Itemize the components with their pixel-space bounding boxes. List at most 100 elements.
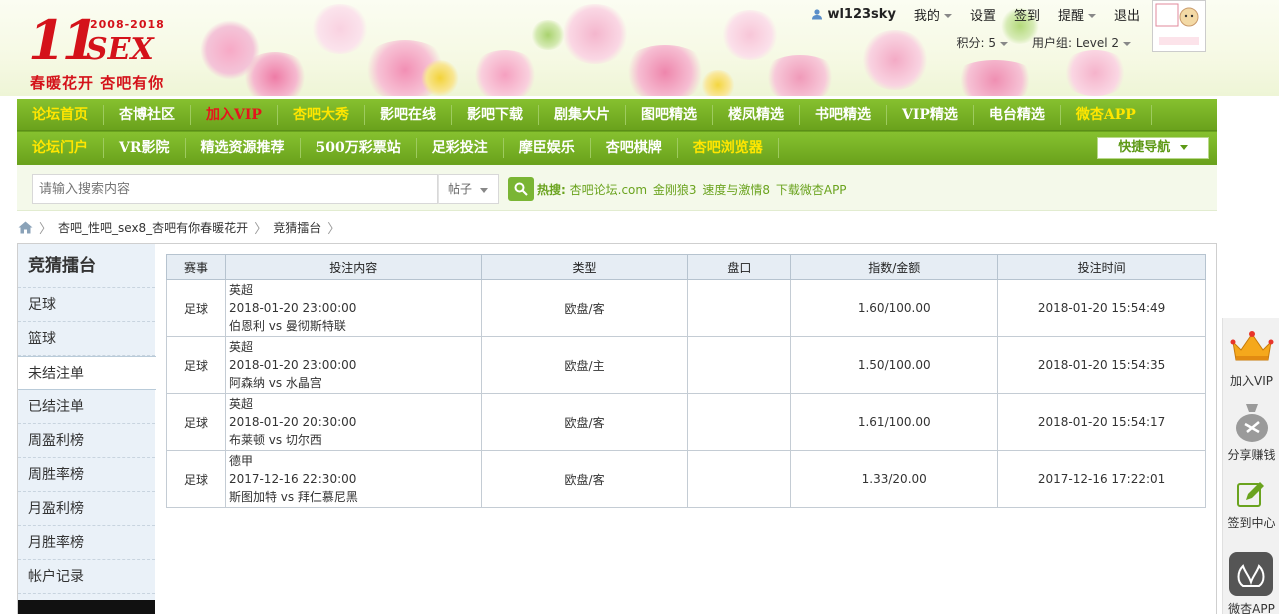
sidebar-item[interactable]: 未结注单 [18, 356, 156, 390]
type-cell: 欧盘/客 [480, 450, 689, 508]
bet-time-cell: 2018-01-20 15:54:49 [997, 279, 1206, 337]
checkin-center-button[interactable]: 签到中心 [1223, 476, 1279, 536]
bet-content-cell: 英超 2018-01-20 23:00:00 阿森纳 vs 水晶宫 [224, 336, 482, 394]
nav-item[interactable]: 论坛首页 [17, 104, 104, 125]
my-menu[interactable]: 我的 [905, 5, 961, 24]
checkin-link[interactable]: 签到 [1005, 5, 1049, 24]
nav-item[interactable]: 影吧下载 [452, 104, 539, 125]
username-link[interactable]: wl123sky [802, 7, 904, 22]
type-cell: 欧盘/主 [480, 336, 689, 394]
bet-content-cell: 英超 2018-01-20 20:30:00 布莱顿 vs 切尔西 [224, 393, 482, 451]
app-download-button[interactable]: 微杏APP [1223, 550, 1279, 614]
sidebar-item[interactable]: 月胜率榜 [18, 526, 155, 560]
breadcrumb-forum[interactable]: 杏吧_性吧_sex8_杏吧有你春暖花开 [58, 219, 248, 236]
table-row: 足球 英超 2018-01-20 20:30:00 布莱顿 vs 切尔西 欧盘/客 1.6… [166, 393, 1206, 451]
nav-item[interactable]: VIP精选 [887, 104, 974, 125]
flower-decoration [620, 45, 710, 96]
hot-search-label: 热搜: [537, 183, 566, 197]
sidebar-item[interactable]: 月盈利榜 [18, 492, 155, 526]
nav-item[interactable]: 图吧精选 [626, 104, 713, 125]
usergroup-menu[interactable]: 用户组: Level 2 [1020, 34, 1143, 51]
nav-item[interactable]: 剧集大片 [539, 104, 626, 125]
logout-link[interactable]: 退出 [1105, 5, 1149, 24]
sidebar-title: 竞猜擂台 [18, 244, 155, 288]
quick-nav-label: 快捷导航 [1118, 140, 1171, 155]
sidebar-item[interactable]: 周盈利榜 [18, 424, 155, 458]
league-text: 德甲 [228, 454, 253, 468]
type-cell: 欧盘/客 [480, 279, 689, 337]
nav-item[interactable]: 杏吧浏览器 [678, 138, 779, 158]
home-icon[interactable] [18, 221, 33, 234]
flower-decoration [240, 52, 310, 96]
nav-item[interactable]: 杏博社区 [104, 104, 191, 125]
app-icon [1229, 552, 1273, 596]
search-button[interactable] [508, 177, 534, 201]
nav-item[interactable]: 电台精选 [974, 104, 1061, 125]
search-type-select[interactable]: 帖子 [438, 174, 499, 204]
nav-item[interactable]: 影吧在线 [365, 104, 452, 125]
user-icon [812, 9, 823, 20]
checkin-center-label: 签到中心 [1227, 516, 1276, 530]
bet-content-cell: 英超 2018-01-20 23:00:00 伯恩利 vs 曼彻斯特联 [224, 279, 482, 337]
breadcrumb-current[interactable]: 竞猜擂台 [273, 219, 321, 236]
odds-amount-cell: 1.50/100.00 [790, 336, 999, 394]
column-header: 投注内容 [224, 254, 482, 280]
user-toolbar: wl123sky 我的 设置 签到 提醒 退出 [802, 5, 1149, 24]
match-time-text: 2018-01-20 20:30:00 [228, 415, 357, 429]
nav-item[interactable]: 论坛门户 [17, 138, 104, 158]
bet-time-cell: 2017-12-16 17:22:01 [997, 450, 1206, 508]
flower-decoration [1060, 50, 1130, 96]
sidebar-banner-image[interactable] [18, 600, 155, 614]
quick-nav-button[interactable]: 快捷导航 [1097, 137, 1209, 159]
hot-search-link[interactable]: 金刚狼3 [653, 183, 697, 197]
nav-item[interactable]: 摩臣娱乐 [504, 138, 591, 158]
sidebar-item[interactable]: 篮球 [18, 322, 155, 356]
remind-menu[interactable]: 提醒 [1049, 5, 1105, 24]
handicap-cell [687, 336, 792, 394]
search-bar: 帖子 热搜: 杏吧论坛.com 金刚狼3 速度与激情8 下载微杏APP [17, 165, 1217, 211]
column-header: 投注时间 [997, 254, 1206, 280]
hot-search-link[interactable]: 下载微杏APP [776, 183, 847, 197]
main-nav: 论坛首页 杏博社区 加入VIP 杏吧大秀 影吧在线 影吧下载 剧集大片 图吧精选 楼凤精选 书吧精… [17, 99, 1217, 165]
hot-search-link[interactable]: 杏吧论坛.com [570, 183, 647, 197]
nav-item[interactable]: 精选资源推荐 [186, 138, 301, 158]
nav-item[interactable]: 加入VIP [191, 104, 278, 125]
flower-decoration [560, 4, 630, 64]
sidebar-item[interactable]: 周胜率榜 [18, 458, 155, 492]
settings-link[interactable]: 设置 [961, 5, 1005, 24]
share-earn-button[interactable]: 分享赚钱 [1223, 398, 1279, 464]
logo-years: 2008-2018 [90, 18, 165, 31]
nav-item[interactable]: 楼凤精选 [713, 104, 800, 125]
nav-item[interactable]: 杏吧大秀 [278, 104, 365, 125]
nav-item[interactable]: 500万彩票站 [301, 138, 417, 158]
qr-code-icon[interactable] [1152, 0, 1206, 52]
sidebar-item[interactable]: 足球 [18, 288, 155, 322]
bet-content-cell: 德甲 2017-12-16 22:30:00 斯图加特 vs 拜仁慕尼黑 [224, 450, 482, 508]
flower-decoration [720, 10, 780, 60]
edit-icon [1237, 482, 1264, 507]
points-label: 积分: 5 [956, 36, 997, 50]
handicap-cell [687, 393, 792, 451]
chevron-down-icon [943, 14, 952, 18]
sidebar-item[interactable]: 已结注单 [18, 390, 155, 424]
site-logo[interactable]: 11 2008-2018 SEX 春暖花开 杏吧有你 [28, 10, 198, 92]
sidebar: 竞猜擂台 足球 篮球 未结注单 已结注单 周盈利榜 周胜率榜 月盈利榜 月胜率榜 帐户记录 [18, 244, 156, 614]
search-type-label: 帖子 [448, 182, 473, 196]
column-header: 赛事 [166, 254, 226, 280]
join-vip-button[interactable]: 加入VIP [1223, 326, 1279, 390]
nav-item[interactable]: VR影院 [104, 138, 186, 158]
breadcrumb-separator: 〉 [254, 221, 268, 237]
search-input[interactable] [32, 174, 438, 204]
nav-item[interactable]: 书吧精选 [800, 104, 887, 125]
nav-item[interactable]: 微杏APP [1061, 104, 1152, 125]
column-header: 指数/金额 [790, 254, 999, 280]
handicap-cell [687, 279, 792, 337]
nav-item[interactable]: 杏吧棋牌 [591, 138, 678, 158]
nav-row-primary: 论坛首页 杏博社区 加入VIP 杏吧大秀 影吧在线 影吧下载 剧集大片 图吧精选 楼凤精选 书吧精… [17, 99, 1217, 131]
sidebar-item[interactable]: 帐户记录 [18, 560, 155, 594]
points-menu[interactable]: 积分: 5 [945, 34, 1021, 51]
handicap-cell [687, 450, 792, 508]
nav-item[interactable]: 足彩投注 [417, 138, 504, 158]
logo-slogan: 春暖花开 杏吧有你 [30, 74, 165, 92]
hot-search-link[interactable]: 速度与激情8 [702, 183, 770, 197]
